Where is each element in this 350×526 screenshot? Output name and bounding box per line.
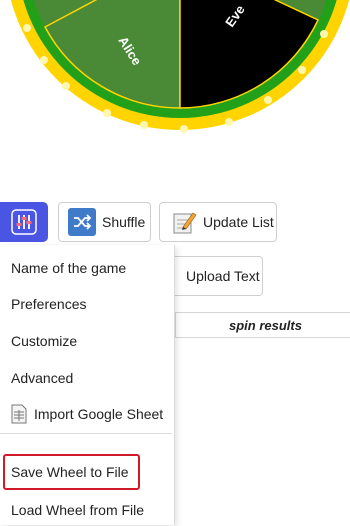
menu-item-name-of-game[interactable]: Name of the game (0, 252, 172, 284)
menu-item-label: Import Google Sheet (34, 406, 164, 422)
menu-item-import-google-sheet[interactable]: Import Google Sheet (0, 398, 172, 430)
menu-item-label: Advanced (11, 370, 74, 386)
settings-button[interactable] (0, 202, 48, 242)
notepad-pencil-icon (171, 208, 197, 236)
spin-results-title: spin results (229, 317, 302, 333)
menu-divider (0, 433, 172, 434)
shuffle-icon (68, 208, 96, 236)
upload-text-label: Upload Text (186, 268, 260, 284)
shuffle-label: Shuffle (102, 214, 146, 230)
spin-results-header: spin results (175, 312, 350, 338)
menu-item-label: Customize (11, 333, 78, 349)
upload-text-button[interactable]: Upload Text (163, 256, 263, 296)
menu-item-label: Save Wheel to File (11, 464, 129, 480)
shuffle-button[interactable]: Shuffle (58, 202, 151, 242)
menu-item-label: Name of the game (11, 260, 127, 276)
wheel-segment-alice (43, 0, 181, 109)
menu-item-load-wheel[interactable]: Load Wheel from File (0, 494, 172, 526)
spin-wheel[interactable]: Alice Eve (0, 0, 350, 135)
menu-item-advanced[interactable]: Advanced (0, 362, 172, 394)
settings-dropdown-menu: Name of the game Preferences Customize A… (0, 245, 175, 525)
spreadsheet-icon (11, 404, 27, 424)
sliders-icon (11, 209, 37, 235)
menu-item-customize[interactable]: Customize (0, 325, 172, 357)
menu-item-label: Preferences (11, 296, 87, 312)
wheel-graphic[interactable]: Alice Eve (0, 0, 350, 135)
menu-item-save-wheel[interactable]: Save Wheel to File (0, 456, 172, 488)
menu-item-preferences[interactable]: Preferences (0, 288, 172, 320)
update-list-button[interactable]: Update List (159, 202, 277, 242)
update-list-label: Update List (203, 214, 274, 230)
